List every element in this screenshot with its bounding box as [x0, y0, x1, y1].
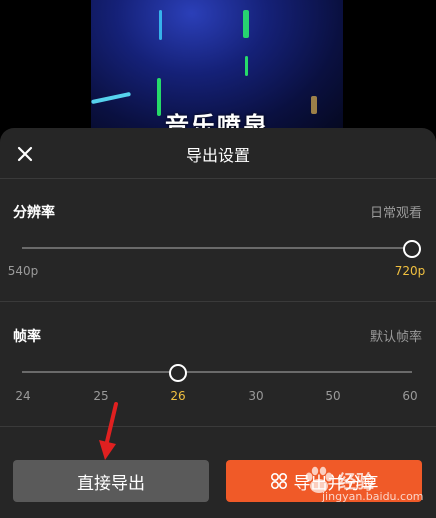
direct-export-label: 直接导出 [77, 473, 145, 494]
resolution-slider-track[interactable] [22, 247, 412, 249]
resolution-label: 分辨率 [13, 205, 55, 221]
watermark-url: jingyan.baidu.com [322, 490, 424, 503]
light-strip [243, 10, 249, 38]
framerate-tick: 50 [325, 389, 341, 403]
direct-export-button[interactable]: 直接导出 [13, 460, 209, 502]
framerate-tick-selected: 26 [170, 389, 186, 403]
framerate-label: 帧率 [13, 329, 41, 345]
framerate-tick: 25 [93, 389, 109, 403]
sheet-header: 导出设置 [0, 128, 436, 178]
light-strip [159, 10, 162, 40]
resolution-max-label: 720p [394, 264, 426, 278]
framerate-tick: 24 [15, 389, 31, 403]
framerate-slider-track[interactable] [22, 371, 412, 373]
annotation-arrow-icon [99, 402, 118, 460]
framerate-tick: 30 [248, 389, 264, 403]
framerate-tick: 60 [402, 389, 418, 403]
video-preview: 音乐喷泉 [91, 0, 343, 135]
framerate-slider-thumb[interactable] [169, 364, 187, 382]
light-strip [245, 56, 248, 76]
share-icon [270, 472, 287, 490]
resolution-hint: 日常观看 [369, 206, 422, 221]
baidu-jingyan-watermark: 经验 jingyan.baidu.com [300, 462, 436, 518]
light-strip [91, 91, 131, 105]
resolution-min-label: 540p [7, 264, 39, 278]
divider [0, 178, 436, 179]
divider [0, 426, 436, 427]
resolution-slider-thumb[interactable] [403, 240, 421, 258]
export-settings-sheet: 导出设置 分辨率 日常观看 540p 720p 帧率 默认帧率 24 25 26… [0, 128, 436, 518]
divider [0, 301, 436, 302]
sheet-title: 导出设置 [185, 146, 250, 165]
framerate-hint: 默认帧率 [369, 330, 422, 345]
